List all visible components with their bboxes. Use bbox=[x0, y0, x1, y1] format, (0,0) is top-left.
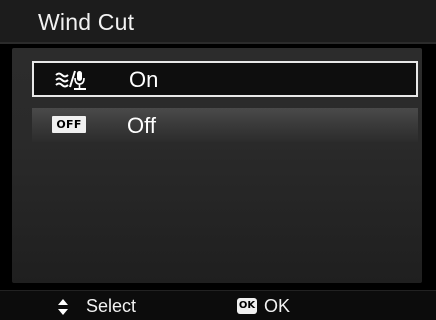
hint-bar: Select OK OK bbox=[0, 290, 436, 320]
ok-hint-label: OK bbox=[264, 296, 291, 316]
camera-menu-screen: Wind Cut On OFF Off Select OK OK bbox=[0, 0, 436, 320]
off-badge-icon: OFF bbox=[52, 116, 86, 133]
menu-item-off[interactable]: OFF Off bbox=[32, 108, 418, 142]
page-title: Wind Cut bbox=[38, 9, 135, 35]
menu-item-on[interactable]: On bbox=[32, 61, 418, 97]
up-down-arrows-icon bbox=[58, 299, 68, 315]
select-hint-label: Select bbox=[86, 296, 137, 316]
menu-item-label: Off bbox=[127, 113, 156, 138]
wind-cut-icon bbox=[55, 70, 86, 90]
ok-button-icon: OK bbox=[237, 298, 257, 314]
title-bar: Wind Cut bbox=[0, 0, 436, 44]
menu-item-label: On bbox=[129, 67, 159, 92]
